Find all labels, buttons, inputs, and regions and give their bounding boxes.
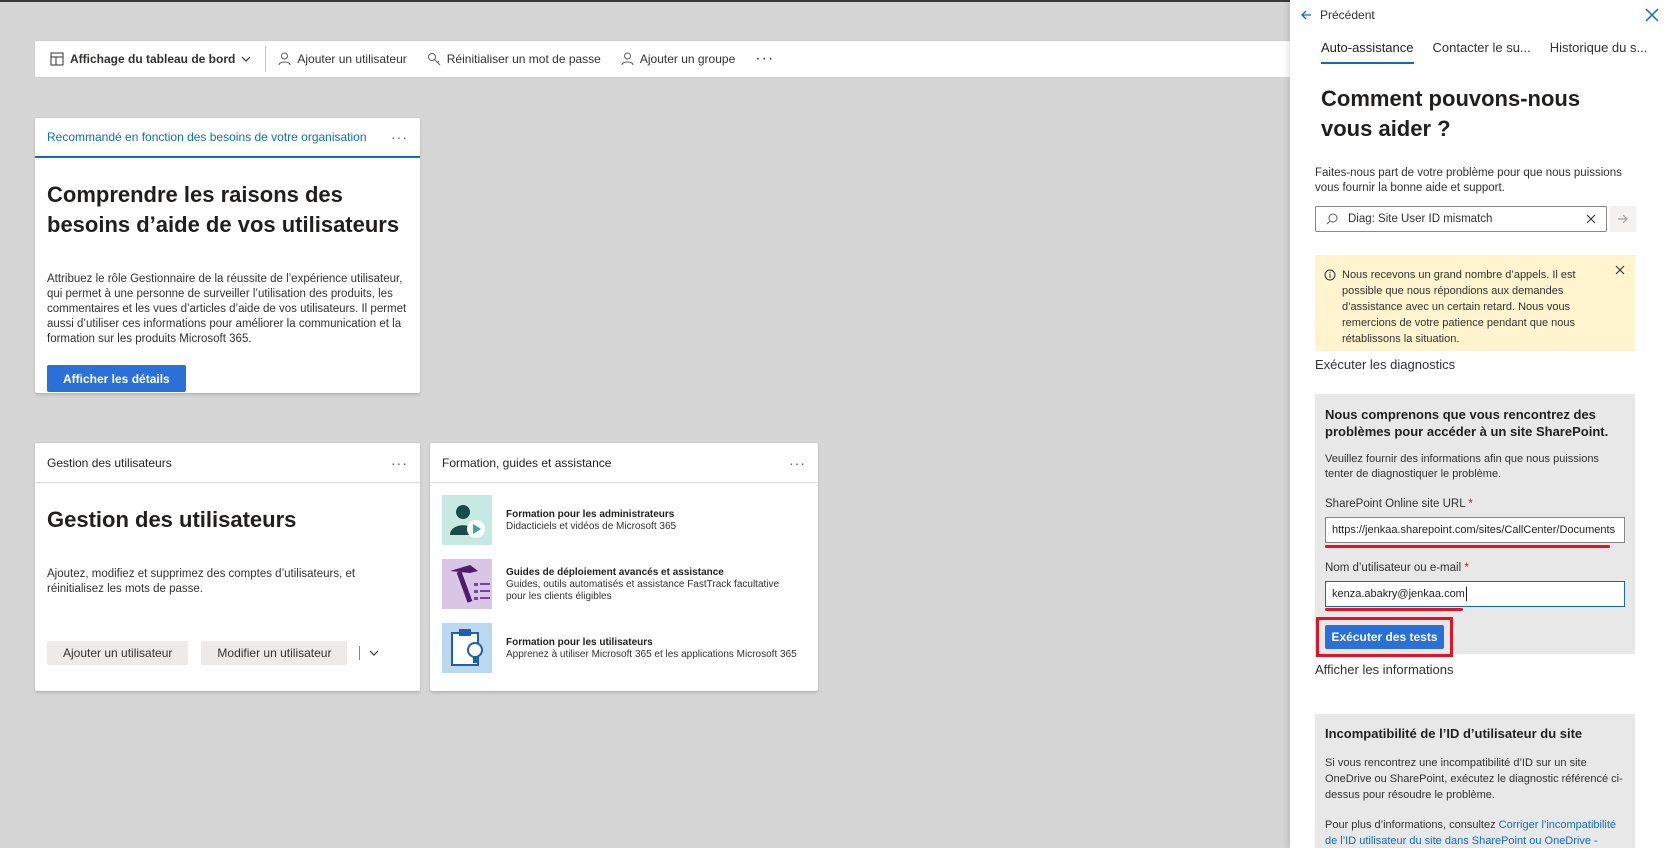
more-commands-button[interactable]: ··· [745, 41, 784, 77]
add-user-button[interactable]: Ajouter un utilisateur [268, 41, 416, 77]
info-box: Incompatibilité de l’ID d’utilisateur du… [1315, 714, 1635, 848]
training-item-title: Formation pour les administrateurs [506, 508, 675, 520]
training-card: Formation, guides et assistance ··· Form… [430, 443, 818, 691]
red-highlight-box [1316, 617, 1453, 657]
panel-top-bar: Précédent [1290, 0, 1664, 30]
panel-heading: Comment pouvons-nous vous aider ? [1321, 86, 1581, 141]
info-more-prefix: Pour plus d’informations, consultez [1325, 819, 1499, 831]
url-label-text: SharePoint Online site URL [1325, 498, 1466, 510]
close-icon[interactable] [1615, 265, 1625, 275]
card-title: Gestion des utilisateurs [47, 507, 297, 532]
site-url-field[interactable]: https://jenkaa.sharepoint.com/sites/Call… [1325, 517, 1625, 543]
info-title: Incompatibilité de l’ID d’utilisateur du… [1325, 726, 1583, 741]
card-description: Attribuez le rôle Gestionnaire de la réu… [47, 273, 407, 345]
hammer-checklist-icon [442, 559, 492, 609]
red-underline-annotation [1325, 608, 1463, 611]
reset-password-button[interactable]: Réinitialiser un mot de passe [417, 41, 611, 77]
tab-support-history[interactable]: Historique du s... [1550, 40, 1648, 64]
username-value: kenza.abakry@jenkaa.com [1332, 588, 1465, 600]
diagnostics-box: Nous comprenons que vous rencontrez des … [1315, 394, 1635, 657]
arrow-right-icon [1618, 214, 1628, 224]
recommended-card: Recommandé en fonction des besoins de vo… [35, 118, 420, 393]
command-bar: Affichage du tableau de bord Ajouter un … [35, 41, 1295, 77]
required-mark: * [1464, 562, 1469, 574]
diagnostics-text: Veuillez fournir des informations afin q… [1325, 453, 1599, 480]
user-management-card: Gestion des utilisateurs ··· Gestion des… [35, 443, 420, 691]
search-submit-button[interactable] [1610, 206, 1636, 232]
training-item-subtitle: Apprenez à utiliser Microsoft 365 et les… [506, 648, 797, 660]
dashboard-view-button[interactable]: Affichage du tableau de bord [35, 41, 261, 77]
back-button[interactable]: Précédent [1300, 8, 1375, 22]
diagnostics-label: Exécuter les diagnostics [1315, 357, 1456, 372]
button-separator [359, 646, 361, 660]
search-input[interactable]: Diag: Site User ID mismatch [1315, 206, 1607, 232]
more-options-icon[interactable]: ··· [789, 455, 806, 471]
more-options-icon[interactable]: ··· [391, 455, 408, 471]
site-url-value: https://jenkaa.sharepoint.com/sites/Call… [1332, 524, 1616, 536]
training-item-title: Guides de déploiement avancés et assista… [506, 566, 724, 578]
required-mark: * [1468, 498, 1473, 510]
clear-icon[interactable] [1586, 214, 1596, 224]
dashboard-view-label: Affichage du tableau de bord [70, 52, 236, 66]
show-details-button[interactable]: Afficher les détails [47, 365, 186, 392]
command-separator [265, 46, 267, 72]
arrow-left-icon [1301, 10, 1311, 20]
card-header-label: Recommandé en fonction des besoins de vo… [47, 130, 367, 144]
key-icon [427, 53, 441, 66]
card-header: Recommandé en fonction des besoins de vo… [35, 118, 420, 158]
search-icon [1326, 213, 1338, 225]
card-header: Formation, guides et assistance ··· [430, 443, 818, 483]
person-icon [621, 52, 634, 66]
info-icon [1324, 269, 1336, 281]
tab-self-help[interactable]: Auto-assistance [1321, 40, 1414, 64]
training-item-subtitle: Didacticiels et vidéos de Microsoft 365 [506, 520, 677, 532]
high-volume-alert: Nous recevons un grand nombre d’appels. … [1315, 255, 1635, 351]
chevron-down-icon [241, 56, 251, 62]
add-group-button[interactable]: Ajouter un groupe [611, 41, 745, 77]
chevron-down-icon[interactable] [368, 647, 380, 659]
user-label-text: Nom d’utilisateur ou e-mail [1325, 562, 1462, 574]
training-item-users[interactable]: Formation pour les utilisateurs Apprenez… [442, 623, 806, 673]
diagnostics-title: Nous comprenons que vous rencontrez des … [1325, 407, 1609, 439]
clipboard-lightbulb-icon [442, 623, 492, 673]
tab-contact-support[interactable]: Contacter le su... [1433, 40, 1531, 64]
add-user-label: Ajouter un utilisateur [297, 52, 407, 66]
help-panel: Précédent Auto-assistance Contacter le s… [1290, 0, 1664, 848]
show-info-label: Afficher les informations [1315, 662, 1454, 677]
more-options-icon[interactable]: ··· [391, 129, 408, 145]
add-user-card-button[interactable]: Ajouter un utilisateur [47, 641, 189, 665]
admin-training-icon [442, 495, 492, 545]
card-description: Ajoutez, modifiez et supprimez des compt… [47, 568, 356, 595]
search-value: Diag: Site User ID mismatch [1348, 213, 1493, 225]
card-title: Comprendre les raisons des besoins d’aid… [47, 182, 400, 237]
edit-user-button[interactable]: Modifier un utilisateur [201, 641, 348, 665]
info-more: Pour plus d’informations, consultez Corr… [1325, 817, 1625, 848]
alert-text: Nous recevons un grand nombre d’appels. … [1342, 269, 1576, 345]
back-label: Précédent [1320, 8, 1375, 22]
user-field-label: Nom d’utilisateur ou e-mail * [1325, 562, 1625, 574]
text-caret [1465, 587, 1467, 601]
person-icon [278, 52, 291, 66]
grid-icon [50, 52, 64, 66]
close-icon[interactable] [1644, 7, 1660, 23]
panel-tabs: Auto-assistance Contacter le su... Histo… [1321, 40, 1664, 64]
training-item-subtitle: Guides, outils automatisés et assistance… [506, 578, 780, 602]
training-item-deployment[interactable]: Guides de déploiement avancés et assista… [442, 559, 806, 609]
card-header: Gestion des utilisateurs ··· [35, 443, 420, 483]
url-field-label: SharePoint Online site URL * [1325, 498, 1625, 510]
red-underline-annotation [1325, 545, 1610, 548]
panel-intro: Faites-nous part de votre problème pour … [1315, 167, 1622, 194]
run-tests-wrapper: Exécuter des tests [1316, 617, 1453, 657]
card-header-label: Gestion des utilisateurs [47, 455, 172, 470]
info-text: Si vous rencontrez une incompatibilité d… [1325, 757, 1623, 801]
training-item-admin[interactable]: Formation pour les administrateurs Didac… [442, 495, 806, 545]
add-group-label: Ajouter un groupe [639, 52, 736, 66]
training-item-title: Formation pour les utilisateurs [506, 636, 653, 648]
username-email-field[interactable]: kenza.abakry@jenkaa.com [1325, 581, 1625, 607]
card-header-label: Formation, guides et assistance [442, 455, 612, 470]
reset-password-label: Réinitialiser un mot de passe [446, 52, 601, 66]
